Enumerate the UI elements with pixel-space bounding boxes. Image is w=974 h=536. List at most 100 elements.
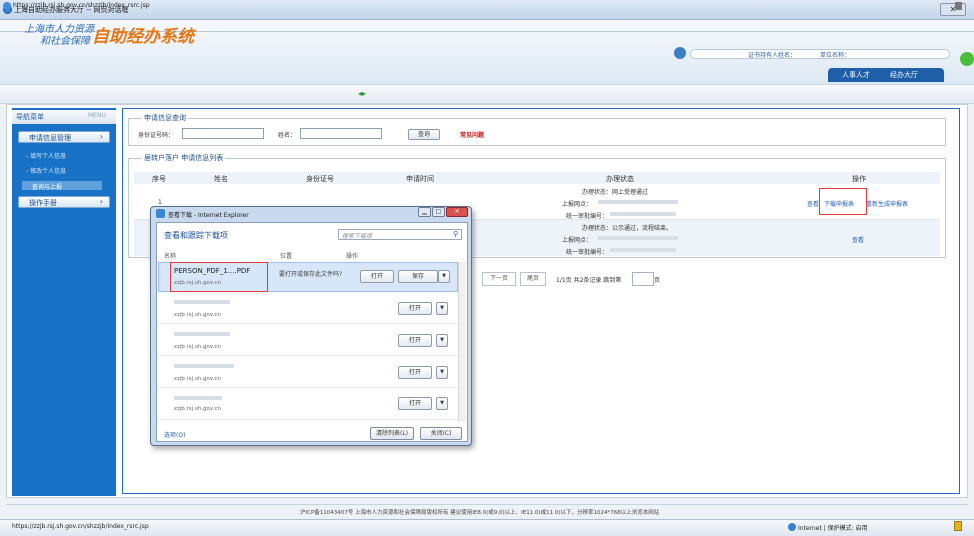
open-button[interactable]: 打开 (360, 270, 394, 283)
open-button[interactable]: 打开 (398, 366, 432, 379)
pager-info: 1/1页 共2条记录 跳到第 (556, 277, 622, 284)
col-location: 位置 (280, 253, 293, 260)
unit-label: 单位名称： (820, 52, 851, 59)
dialog-close-text-button[interactable]: 关闭(C) (420, 427, 462, 440)
sidebar-item-edit-info[interactable]: - 修改个人信息 (26, 166, 66, 175)
redacted-value (174, 332, 230, 336)
page-number-input[interactable] (632, 272, 654, 286)
row-status-line: 办理状态：公示通过，流程结束。 (582, 225, 673, 232)
logo-line-2: 和社会保障 (40, 36, 90, 47)
applicant-label: 证书持有人姓名： (748, 52, 797, 59)
minimize-button[interactable]: ▁ (418, 207, 431, 217)
col-name: 姓名 (214, 175, 228, 183)
system-logo: 自助经办系统 (92, 27, 194, 47)
nav-strip (0, 84, 974, 104)
sidebar-menu-label: MENU (88, 112, 106, 119)
open-button[interactable]: 打开 (398, 397, 432, 410)
next-page-button[interactable]: 下一页 (482, 272, 516, 286)
user-icon (674, 47, 686, 59)
open-button[interactable]: 打开 (398, 302, 432, 315)
download-site: zzjb.rsj.sh.gov.cn (174, 406, 221, 412)
view-link[interactable]: 查看 (807, 199, 819, 208)
sidebar-title: 导航菜单 (16, 113, 44, 121)
id-number-input[interactable] (182, 128, 264, 139)
col-id-number: 身份证号 (306, 175, 334, 183)
redacted-value (598, 200, 678, 204)
name-label: 姓名： (278, 132, 297, 139)
chevron-right-icon: › (99, 132, 103, 141)
redacted-value (598, 236, 678, 240)
redacted-value (174, 396, 222, 400)
col-actions: 操作 (852, 175, 866, 183)
options-link[interactable]: 选项(O) (164, 430, 185, 439)
window-close-button[interactable]: ✕ (940, 3, 966, 16)
col-status: 办理状态 (606, 175, 634, 183)
site-icon (3, 2, 11, 10)
dialog-heading: 查看和跟踪下载项 (164, 231, 228, 240)
tab-talent[interactable]: 人事人才 (842, 70, 870, 80)
table-header (134, 172, 940, 184)
sidebar-item-fill-info[interactable]: - 填写个人信息 (26, 151, 66, 160)
row-status-line: 统一审批编号： (566, 249, 609, 256)
regenerate-form-link[interactable]: 重新生成申报表 (866, 199, 908, 208)
address-url[interactable]: https://zzjb.rsj.sh.gov.cn/shzzjb/index_… (13, 2, 150, 9)
redacted-value (610, 212, 676, 216)
globe-icon (788, 523, 796, 531)
last-page-button[interactable]: 尾页 (520, 272, 546, 286)
query-button[interactable]: 查询 (408, 129, 440, 140)
save-dropdown-icon[interactable]: ▼ (438, 270, 450, 283)
query-legend: 申请信息查询 (142, 113, 188, 123)
col-apply-time: 申请时间 (406, 175, 434, 183)
footer-text: 沪ICP备11043407号 上海市人力资源和社会保障局版权所有 建议使用IE8… (300, 510, 660, 516)
search-placeholder: 搜索下载项 (342, 233, 373, 240)
dialog-close-button[interactable]: ✕ (446, 207, 468, 217)
open-dropdown-icon[interactable]: ▼ (436, 366, 448, 379)
faq-link[interactable]: 常见问题 (460, 130, 484, 139)
tab-hall[interactable]: 经办大厅 (890, 70, 918, 80)
help-orb-icon[interactable] (960, 52, 974, 66)
save-button[interactable]: 保存 (398, 270, 438, 283)
sidebar-item-query-report[interactable]: 查询与上报 (32, 182, 62, 191)
download-highlight (819, 188, 867, 215)
pdf-highlight (170, 262, 268, 292)
view-link[interactable]: 查看 (852, 235, 864, 244)
col-index: 序号 (152, 175, 166, 183)
pager-suffix: 页 (654, 277, 661, 284)
dialog-title: 查看下载 - Internet Explorer (168, 212, 249, 219)
dialog-scrollbar[interactable] (458, 262, 466, 422)
download-prompt: 要打开或保存此文件吗? (279, 271, 343, 278)
redacted-value (174, 300, 230, 304)
open-dropdown-icon[interactable]: ▼ (436, 397, 448, 410)
row-status-line: 统一审批编号： (566, 213, 609, 220)
clear-list-button[interactable]: 清除列表(L) (370, 427, 414, 440)
redacted-value (174, 364, 234, 368)
search-icon[interactable]: ⚲ (453, 230, 458, 238)
lock-icon (955, 2, 962, 10)
lock-icon (954, 521, 962, 531)
row-status-line: 上报网点： (562, 201, 593, 208)
download-site: zzjb.rsj.sh.gov.cn (174, 344, 221, 350)
toggle-arrow-icon[interactable]: ◂▸ (358, 89, 366, 98)
maximize-button[interactable]: □ (432, 207, 445, 217)
name-input[interactable] (300, 128, 382, 139)
list-legend: 居转户落户 申请信息列表 (142, 153, 226, 163)
sidebar-group-apply[interactable]: 申请信息管理 › (18, 131, 110, 143)
sidebar-group-manual[interactable]: 操作手册 › (18, 196, 110, 208)
sidebar-group-label: 申请信息管理 (29, 134, 71, 142)
id-label: 身份证号码： (138, 132, 175, 139)
sidebar-group-label: 操作手册 (29, 199, 57, 207)
redacted-value (610, 248, 676, 252)
open-dropdown-icon[interactable]: ▼ (436, 302, 448, 315)
status-url: https://zzjb.rsj.sh.gov.cn/shzzjb/index_… (12, 523, 149, 530)
open-dropdown-icon[interactable]: ▼ (436, 334, 448, 347)
download-site: zzjb.rsj.sh.gov.cn (174, 312, 221, 318)
row-status-line: 办理状态：网上受理通过 (582, 189, 649, 196)
download-icon (156, 209, 165, 218)
col-file-name: 名称 (164, 253, 177, 260)
col-action: 操作 (346, 253, 359, 260)
security-zone[interactable]: Internet | 保护模式: 启用 (798, 523, 868, 532)
row-index: 1 (158, 199, 162, 206)
chevron-right-icon: › (99, 197, 103, 206)
open-button[interactable]: 打开 (398, 334, 432, 347)
download-site: zzjb.rsj.sh.gov.cn (174, 376, 221, 382)
